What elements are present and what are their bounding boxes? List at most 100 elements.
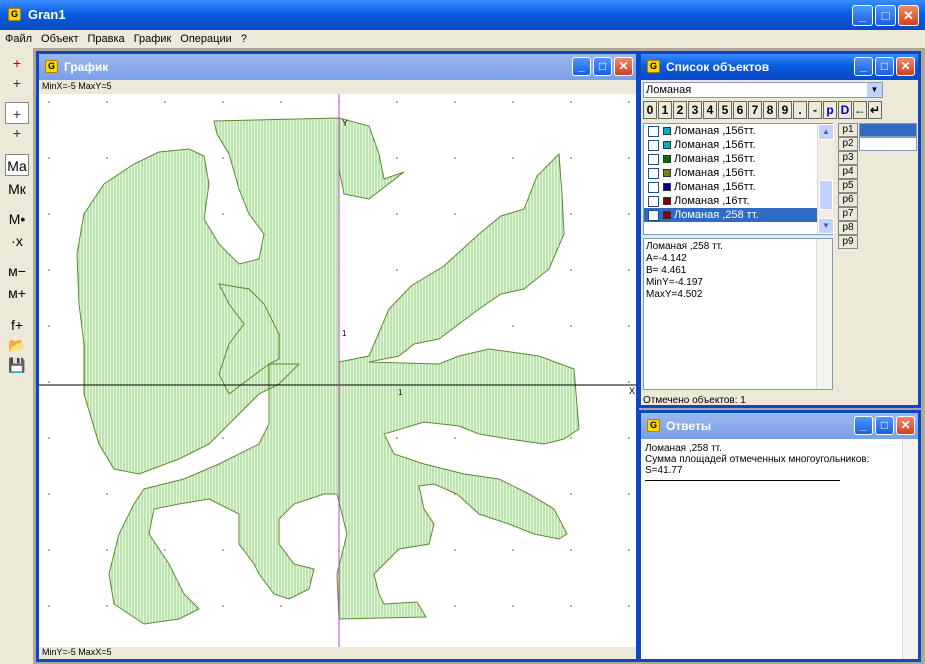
close-button[interactable]: ✕ — [898, 5, 919, 26]
zoom-out-tool[interactable]: м− — [5, 260, 29, 282]
menu-object[interactable]: Объект — [41, 33, 78, 45]
object-list-scrollbar[interactable]: ▲ ▼ — [817, 124, 834, 234]
param-p2-button[interactable]: p2 — [838, 137, 858, 151]
param-p4-button[interactable]: p4 — [838, 165, 858, 179]
object-list-item[interactable]: ✔ Ломаная ,258 тт. — [644, 208, 832, 222]
param-p9-button[interactable]: p9 — [838, 235, 858, 249]
object-checkbox[interactable]: ✔ — [648, 209, 659, 221]
key-6-button[interactable]: 6 — [733, 101, 747, 119]
menu-file[interactable]: Файл — [5, 33, 32, 45]
grid-dot — [396, 269, 398, 271]
menu-edit[interactable]: Правка — [88, 33, 125, 45]
object-checkbox[interactable] — [648, 195, 659, 207]
maximize-button[interactable]: □ — [875, 5, 896, 26]
param-p3-button[interactable]: p3 — [838, 151, 858, 165]
add-point-tool[interactable]: + — [5, 72, 29, 94]
scroll-up-icon[interactable]: ▲ — [818, 124, 834, 140]
grid-dot — [106, 157, 108, 159]
object-checkbox[interactable] — [648, 125, 659, 137]
scroll-thumb[interactable] — [819, 180, 833, 210]
param-p7-button[interactable]: p7 — [838, 207, 858, 221]
list-minimize-button[interactable]: _ — [854, 57, 873, 76]
minimize-button[interactable]: _ — [852, 5, 873, 26]
param-p1-field[interactable] — [859, 123, 917, 137]
key-7-button[interactable]: 7 — [748, 101, 762, 119]
function-tool[interactable]: f+ — [5, 314, 29, 336]
grid-dot — [454, 437, 456, 439]
grid-dot — [48, 437, 50, 439]
key-14-button[interactable]: ← — [853, 101, 867, 119]
answers-close-button[interactable]: ✕ — [896, 416, 915, 435]
key-9-button[interactable]: 9 — [778, 101, 792, 119]
key-10-button[interactable]: . — [793, 101, 807, 119]
object-list[interactable]: Ломаная ,156тт. Ломаная ,156тт. Ломаная ,1… — [643, 123, 833, 235]
open-folder-icon[interactable]: 📂 — [5, 334, 29, 356]
param-p8-button[interactable]: p8 — [838, 221, 858, 235]
menu-operations[interactable]: Операции — [180, 33, 231, 45]
answers-minimize-button[interactable]: _ — [854, 416, 873, 435]
param-p5-button[interactable]: p5 — [838, 179, 858, 193]
graph-maximize-button[interactable]: □ — [593, 57, 612, 76]
answers-maximize-button[interactable]: □ — [875, 416, 894, 435]
key-13-button[interactable]: D — [838, 101, 852, 119]
grid-dot — [512, 605, 514, 607]
key-0-button[interactable]: 0 — [643, 101, 657, 119]
scale-point-tool[interactable]: М• — [5, 208, 29, 230]
add-point-red-tool[interactable]: + — [5, 52, 29, 74]
answers-text[interactable]: Ломаная ,258 тт. Сумма площадей отмеченн… — [645, 443, 898, 481]
chevron-down-icon[interactable]: ▼ — [867, 83, 882, 97]
key-3-button[interactable]: 3 — [688, 101, 702, 119]
key-1-button[interactable]: 1 — [658, 101, 672, 119]
key-12-button[interactable]: p — [823, 101, 837, 119]
selected-count-text: Отмечено объектов: 1 — [643, 395, 746, 406]
zoom-in-tool[interactable]: м+ — [5, 282, 29, 304]
object-type-select[interactable]: Ломаная ▼ — [643, 82, 883, 98]
grid-dot — [512, 101, 514, 103]
graph-minimize-button[interactable]: _ — [572, 57, 591, 76]
info-scrollbar[interactable] — [816, 239, 832, 389]
graph-close-button[interactable]: ✕ — [614, 57, 633, 76]
scroll-down-icon[interactable]: ▼ — [818, 218, 834, 234]
param-p2-field[interactable] — [859, 137, 917, 151]
save-disk-icon[interactable]: 💾 — [5, 354, 29, 376]
key-8-button[interactable]: 8 — [763, 101, 777, 119]
menu-graph[interactable]: График — [134, 33, 172, 45]
key-2-button[interactable]: 2 — [673, 101, 687, 119]
answers-window-icon: G — [647, 419, 660, 432]
key-15-button[interactable]: ↵ — [868, 101, 882, 119]
object-list-item[interactable]: Ломаная ,156тт. — [644, 166, 832, 180]
param-p6-button[interactable]: p6 — [838, 193, 858, 207]
y-axis-label: Y — [342, 118, 348, 128]
grid-dot — [628, 269, 630, 271]
list-window-icon: G — [647, 60, 660, 73]
list-close-button[interactable]: ✕ — [896, 57, 915, 76]
list-maximize-button[interactable]: □ — [875, 57, 894, 76]
param-p1-button[interactable]: p1 — [838, 123, 858, 137]
graph-canvas[interactable]: X Y 1 1 — [39, 94, 636, 650]
polygon-shape[interactable] — [76, 117, 580, 625]
add-segment-tool[interactable]: + — [5, 102, 29, 124]
object-checkbox[interactable] — [648, 139, 659, 151]
color-swatch-icon — [663, 127, 671, 136]
object-checkbox[interactable] — [648, 153, 659, 165]
key-11-button[interactable]: - — [808, 101, 822, 119]
scale-mk-tool[interactable]: Мк — [5, 178, 29, 200]
object-list-item[interactable]: Ломаная ,156тт. — [644, 152, 832, 166]
add-polyline-tool[interactable]: + — [5, 122, 29, 144]
grid-dot — [222, 213, 224, 215]
object-label: Ломаная ,156тт. — [674, 167, 756, 179]
object-list-item[interactable]: Ломаная ,156тт. — [644, 180, 832, 194]
object-checkbox[interactable] — [648, 167, 659, 179]
grid-dot — [512, 325, 514, 327]
object-list-item[interactable]: Ломаная ,156тт. — [644, 124, 832, 138]
graph-titlebar: G График _ □ ✕ — [39, 54, 636, 80]
key-5-button[interactable]: 5 — [718, 101, 732, 119]
object-checkbox[interactable] — [648, 181, 659, 193]
object-list-item[interactable]: Ломаная ,156тт. — [644, 138, 832, 152]
object-list-item[interactable]: Ломаная ,16тт. — [644, 194, 832, 208]
scale-ma-tool[interactable]: Ма — [5, 154, 29, 176]
key-4-button[interactable]: 4 — [703, 101, 717, 119]
scale-xy-tool[interactable]: ·x — [5, 230, 29, 252]
menu-help[interactable]: ? — [241, 33, 247, 45]
answers-scrollbar[interactable] — [902, 439, 918, 659]
